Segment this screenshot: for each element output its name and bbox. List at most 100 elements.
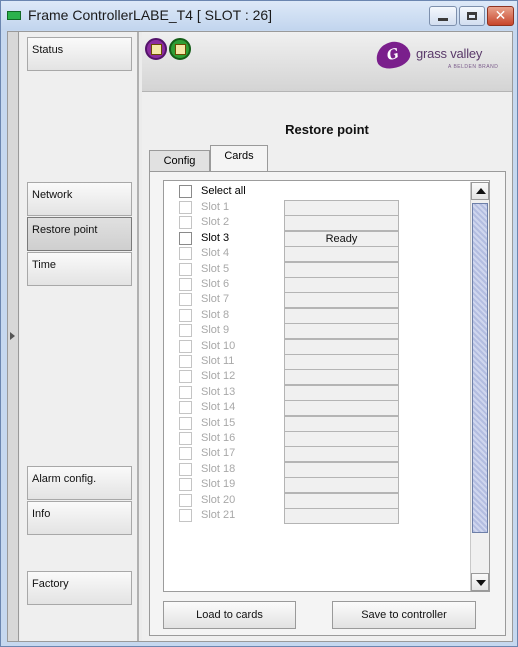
slot-checkbox xyxy=(179,370,192,384)
cards-tab-body: Select all Slot 1 Slot 2 Slot 3 Ready Slot 4… xyxy=(149,171,506,636)
slot-label: Slot 2 xyxy=(201,216,230,229)
slot-checkbox xyxy=(179,509,192,522)
minimize-button[interactable] xyxy=(429,6,457,26)
slot-row: Slot 3 Ready xyxy=(164,230,469,247)
header-band: G grass valley A BELDEN BRAND xyxy=(142,32,512,92)
slot-status: Ready xyxy=(284,230,399,247)
slot-label: Slot 7 xyxy=(201,293,230,306)
arrow-up-icon xyxy=(476,188,486,194)
slot-status xyxy=(284,492,399,509)
slot-status xyxy=(284,461,399,478)
slot-row: Slot 7 xyxy=(164,292,469,309)
vertical-scrollbar[interactable] xyxy=(470,182,489,591)
slot-checkbox xyxy=(179,416,192,430)
logo-mark-icon: G xyxy=(373,38,413,72)
slot-row: Slot 19 xyxy=(164,477,469,494)
slot-row: Slot 16 xyxy=(164,431,469,447)
tab-cards[interactable]: Cards xyxy=(210,145,268,171)
slot-label: Slot 14 xyxy=(201,401,236,414)
slot-list: Select all Slot 1 Slot 2 Slot 3 Ready Slot 4… xyxy=(163,180,490,592)
sidebar-item-alarm-config[interactable]: Alarm config. xyxy=(27,466,132,500)
slot-row: Slot 18 xyxy=(164,461,469,478)
sidebar-item-factory[interactable]: Factory xyxy=(27,571,132,605)
close-button[interactable]: ✕ xyxy=(487,6,514,26)
slot-row: Slot 14 xyxy=(164,400,469,417)
slot-checkbox xyxy=(179,401,192,415)
slot-label: Slot 11 xyxy=(201,355,235,367)
slot-checkbox xyxy=(179,201,192,214)
scroll-down-button[interactable] xyxy=(471,573,489,591)
maximize-icon xyxy=(467,12,477,20)
slot-status xyxy=(284,261,399,278)
sidebar-item-status[interactable]: Status xyxy=(27,37,132,71)
app-icon xyxy=(7,11,21,20)
slot-checkbox xyxy=(179,355,192,368)
slot-status xyxy=(284,431,399,447)
slot-label: Slot 9 xyxy=(201,324,230,337)
sidebar-item-info[interactable]: Info xyxy=(27,501,132,535)
slot-label: Slot 20 xyxy=(201,493,236,506)
arrow-down-icon xyxy=(476,580,486,586)
window-title: Frame ControllerLABE_T4 [ SLOT : 26] xyxy=(28,7,273,23)
slot-row: Slot 15 xyxy=(164,415,469,432)
slot-row: Slot 11 xyxy=(164,354,469,370)
slot-label: Slot 18 xyxy=(201,462,236,475)
slot-row: Slot 21 xyxy=(164,508,469,524)
slot-label: Slot 15 xyxy=(201,416,236,429)
page-title: Restore point xyxy=(285,122,369,137)
sidebar-item-restore-point[interactable]: Restore point xyxy=(27,217,132,251)
select-all-checkbox[interactable] xyxy=(179,185,192,198)
select-all-row: Select all xyxy=(164,184,469,199)
slot-checkbox xyxy=(179,247,192,261)
slot-row: Slot 9 xyxy=(164,323,469,340)
load-to-cards-button[interactable]: Load to cards xyxy=(163,601,296,629)
slot-status xyxy=(284,369,399,386)
expand-arrow-icon xyxy=(10,332,15,340)
collapse-strip[interactable] xyxy=(8,32,19,641)
scroll-thumb[interactable] xyxy=(472,203,488,533)
slot-checkbox xyxy=(179,262,192,276)
slot-row: Slot 2 xyxy=(164,215,469,232)
slot-status xyxy=(284,354,399,370)
slot-label: Slot 5 xyxy=(201,262,230,275)
slot-row: Slot 12 xyxy=(164,369,469,386)
slot-status xyxy=(284,415,399,432)
tab-config[interactable]: Config xyxy=(149,150,210,171)
slot-label: Slot 6 xyxy=(201,278,230,290)
slot-checkbox xyxy=(179,385,192,399)
slot-row: Slot 5 xyxy=(164,261,469,278)
scroll-up-button[interactable] xyxy=(471,182,489,200)
slot-checkbox[interactable] xyxy=(179,231,192,245)
slot-row: Slot 20 xyxy=(164,492,469,509)
slot-label: Slot 1 xyxy=(201,201,230,213)
slot-status xyxy=(284,200,399,216)
sidebar-item-time[interactable]: Time xyxy=(27,252,132,286)
ok-status-icon[interactable] xyxy=(169,38,191,60)
slot-status xyxy=(284,292,399,309)
slot-status xyxy=(284,246,399,263)
slot-checkbox xyxy=(179,478,192,492)
slot-status xyxy=(284,508,399,524)
slot-status xyxy=(284,215,399,232)
slot-label: Slot 16 xyxy=(201,432,236,444)
slot-status xyxy=(284,400,399,417)
slot-checkbox xyxy=(179,462,192,476)
title-bar[interactable]: Frame ControllerLABE_T4 [ SLOT : 26] ✕ xyxy=(1,1,517,30)
slot-status xyxy=(284,307,399,324)
slot-status xyxy=(284,384,399,401)
sidebar: Status Network Restore point Time Alarm conf… xyxy=(20,32,139,641)
slot-checkbox xyxy=(179,339,192,353)
slot-checkbox xyxy=(179,293,192,307)
minimize-icon xyxy=(438,17,448,21)
slot-status xyxy=(284,446,399,463)
sidebar-item-network[interactable]: Network xyxy=(27,182,132,216)
slot-label: Slot 12 xyxy=(201,370,236,383)
maximize-button[interactable] xyxy=(459,6,485,26)
save-to-controller-button[interactable]: Save to controller xyxy=(332,601,476,629)
logo-text: grass valley xyxy=(416,46,483,61)
alarm-status-icon[interactable] xyxy=(145,38,167,60)
slot-label: Slot 4 xyxy=(201,247,230,260)
slot-checkbox xyxy=(179,432,192,445)
client-area: Status Network Restore point Time Alarm conf… xyxy=(7,31,513,642)
slot-status xyxy=(284,323,399,340)
